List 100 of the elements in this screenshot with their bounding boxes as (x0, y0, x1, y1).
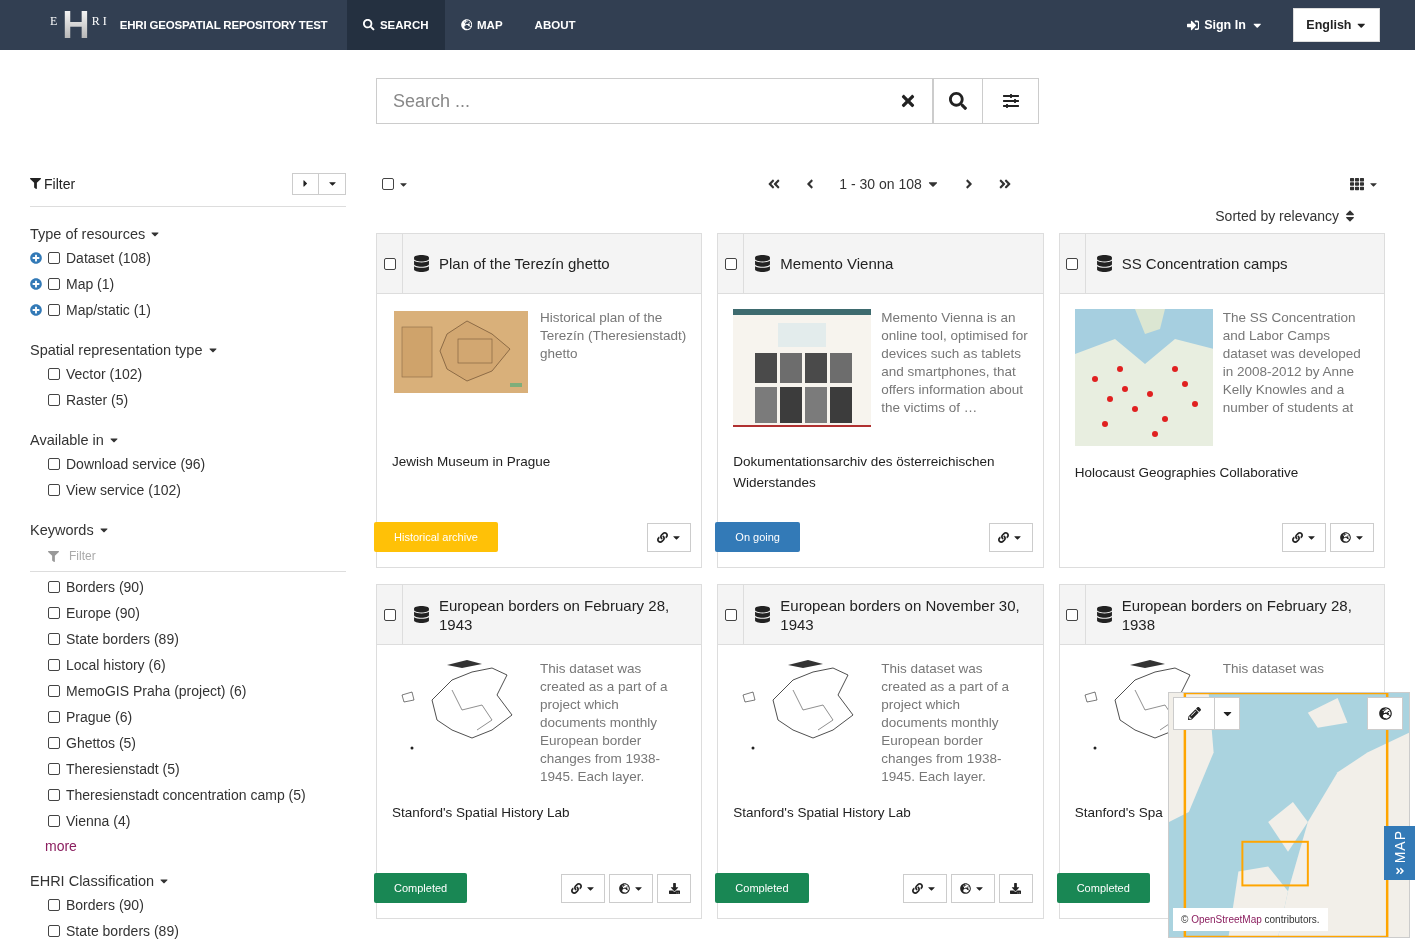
result-description: This dataset was created as a part of a project which documents monthly European border changes from 1938-1945. Each layer. (881, 660, 1010, 786)
advanced-search-button[interactable] (983, 78, 1039, 124)
facet-option[interactable]: Map (1) (66, 276, 115, 292)
globe-icon (1378, 707, 1392, 720)
result-title[interactable]: Memento Vienna (780, 254, 894, 273)
checkbox[interactable] (48, 607, 60, 619)
search-icon (363, 19, 375, 31)
links-button[interactable] (1282, 522, 1326, 552)
facet-title[interactable]: EHRI Classification (30, 870, 346, 892)
links-button[interactable] (561, 873, 606, 903)
nav-link[interactable]: MAP (444, 0, 519, 50)
checkbox[interactable] (48, 484, 60, 496)
facet-title[interactable]: Keywords (30, 519, 346, 541)
facet-title[interactable]: Type of resources (30, 223, 346, 245)
collapse-button[interactable] (319, 172, 346, 195)
checkbox[interactable] (724, 608, 737, 621)
checkbox[interactable] (48, 368, 60, 380)
expand-icon[interactable] (30, 278, 42, 290)
status-badge: Completed (374, 873, 468, 903)
checkbox[interactable] (48, 763, 60, 775)
checkbox[interactable] (48, 278, 60, 290)
facet-option[interactable]: MemoGIS Praha (project) (6) (66, 683, 247, 699)
facet-option[interactable]: Dataset (108) (66, 250, 151, 266)
links-button[interactable] (647, 522, 692, 552)
openstreetmap-link[interactable]: OpenStreetMap (1191, 914, 1262, 925)
download-button[interactable] (998, 873, 1033, 903)
checkbox[interactable] (724, 257, 737, 270)
globe-icon (1339, 531, 1351, 543)
result-title[interactable]: Plan of the Terezín ghetto (439, 254, 610, 273)
database-icon (754, 606, 772, 623)
checkbox[interactable] (48, 815, 60, 827)
checkbox[interactable] (48, 925, 60, 937)
facet-option[interactable]: Local history (6) (66, 657, 166, 673)
checkbox[interactable] (48, 737, 60, 749)
checkbox[interactable] (48, 458, 60, 470)
language-button[interactable]: English (1293, 8, 1380, 42)
facet-title[interactable]: Spatial representation type (30, 339, 346, 361)
checkbox[interactable] (48, 685, 60, 697)
checkbox[interactable] (48, 394, 60, 406)
facet-title[interactable]: Available in (30, 429, 346, 451)
map-tab[interactable]: MAP (1384, 826, 1415, 880)
checkbox[interactable] (382, 178, 394, 190)
facet-option[interactable]: Raster (5) (66, 392, 129, 408)
facet-option[interactable]: Prague (6) (66, 709, 133, 725)
facet-option[interactable]: Ghettos (5) (66, 735, 137, 751)
checkbox[interactable] (48, 659, 60, 671)
facet-option[interactable]: Theresienstadt (5) (66, 761, 180, 777)
checkbox[interactable] (383, 257, 396, 270)
facet-option[interactable]: View service (102) (66, 482, 181, 498)
page-range-button[interactable]: 1 - 30 on 108 (833, 176, 946, 192)
checkbox[interactable] (48, 711, 60, 723)
facet-option[interactable]: Theresienstadt concentration camp (5) (66, 787, 306, 803)
facet-option[interactable]: State borders (89) (66, 923, 179, 939)
expand-button[interactable] (292, 172, 319, 195)
facet-option[interactable]: State borders (89) (66, 631, 179, 647)
result-description: Memento Vienna is an online tool, optimised for devices such as tablets and smartphones, that offers information about the victims of … (881, 309, 1029, 417)
double-left-icon (767, 177, 782, 191)
download-icon (668, 882, 680, 894)
facet-option[interactable]: Europe (90) (66, 605, 140, 621)
sort-button[interactable]: Sorted by relevancy (1209, 208, 1363, 224)
facet-option[interactable]: Vector (102) (66, 366, 143, 382)
facet-option[interactable]: Borders (90) (66, 897, 144, 913)
link-icon (912, 882, 924, 894)
checkbox[interactable] (48, 252, 60, 264)
facet-option[interactable]: Vienna (4) (66, 813, 131, 829)
links-button[interactable] (988, 522, 1033, 552)
result-description: This dataset was (1222, 660, 1324, 678)
checkbox[interactable] (48, 633, 60, 645)
download-button[interactable] (657, 873, 692, 903)
expand-icon[interactable] (30, 252, 42, 264)
sign-in-link[interactable]: Sign In (1186, 0, 1264, 50)
facet-option[interactable]: Borders (90) (66, 579, 144, 595)
checkbox[interactable] (1066, 257, 1079, 270)
checkbox[interactable] (383, 608, 396, 621)
result-title[interactable]: SS Concentration camps (1121, 254, 1288, 273)
checkbox[interactable] (1066, 608, 1079, 621)
map-services-button[interactable] (950, 873, 995, 903)
checkbox[interactable] (48, 789, 60, 801)
result-description: This dataset was created as a part of a project which documents monthly European border changes from 1938-1945. Each layer. (540, 660, 669, 786)
checkbox[interactable] (48, 304, 60, 316)
map-services-button[interactable] (1330, 522, 1374, 552)
facet-option[interactable]: Download service (96) (66, 456, 206, 472)
search-icon (949, 92, 967, 110)
layers-button[interactable] (1367, 697, 1403, 730)
facet-option[interactable]: Map/static (1) (66, 302, 151, 318)
expand-icon[interactable] (30, 304, 42, 316)
database-icon (1095, 255, 1113, 272)
more-link[interactable]: more (45, 838, 346, 854)
site-title[interactable]: EHRI GEOSPATIAL REPOSITORY TEST (119, 19, 328, 31)
checkbox[interactable] (48, 581, 60, 593)
search-button[interactable] (933, 78, 983, 124)
link-icon (656, 531, 668, 543)
link-icon (570, 882, 582, 894)
nav-link[interactable]: SEARCH (347, 0, 445, 50)
sort-icon (1343, 209, 1357, 223)
nav-link[interactable]: ABOUT (518, 0, 592, 50)
links-button[interactable] (902, 873, 947, 903)
map-services-button[interactable] (609, 873, 654, 903)
checkbox[interactable] (48, 899, 60, 911)
globe-icon (460, 19, 472, 31)
